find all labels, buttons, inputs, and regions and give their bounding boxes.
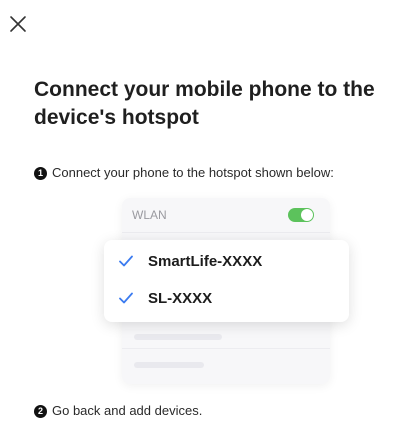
page-title: Connect your mobile phone to the device'…	[34, 78, 375, 129]
step-1-text: Connect your phone to the hotspot shown …	[52, 165, 334, 180]
step-number-badge: 1	[34, 166, 47, 180]
checkmark-icon	[119, 292, 133, 304]
close-icon	[10, 16, 26, 32]
close-button[interactable]	[6, 12, 30, 36]
step-number-badge: 2	[34, 404, 47, 418]
hotspot-name: SL-XXXX	[148, 289, 213, 307]
placeholder-network-row	[134, 334, 222, 340]
hotspot-list-popup: SmartLife-XXXX SL-XXXX	[104, 240, 349, 322]
hotspot-name: SmartLife-XXXX	[148, 252, 263, 270]
step-1: 1 Connect your phone to the hotspot show…	[34, 164, 334, 182]
checkmark-icon	[119, 255, 133, 267]
step-2: 2 Go back and add devices.	[34, 402, 202, 420]
hotspot-item-smartlife[interactable]: SmartLife-XXXX	[104, 246, 349, 276]
divider	[122, 348, 330, 349]
step-2-text: Go back and add devices.	[52, 403, 203, 418]
divider	[122, 232, 330, 233]
wlan-label: WLAN	[132, 208, 167, 222]
wlan-row: WLAN	[122, 198, 330, 232]
placeholder-network-row	[134, 362, 204, 368]
toggle-knob	[301, 209, 313, 221]
wlan-toggle[interactable]	[288, 208, 314, 222]
hotspot-item-sl[interactable]: SL-XXXX	[104, 283, 349, 313]
